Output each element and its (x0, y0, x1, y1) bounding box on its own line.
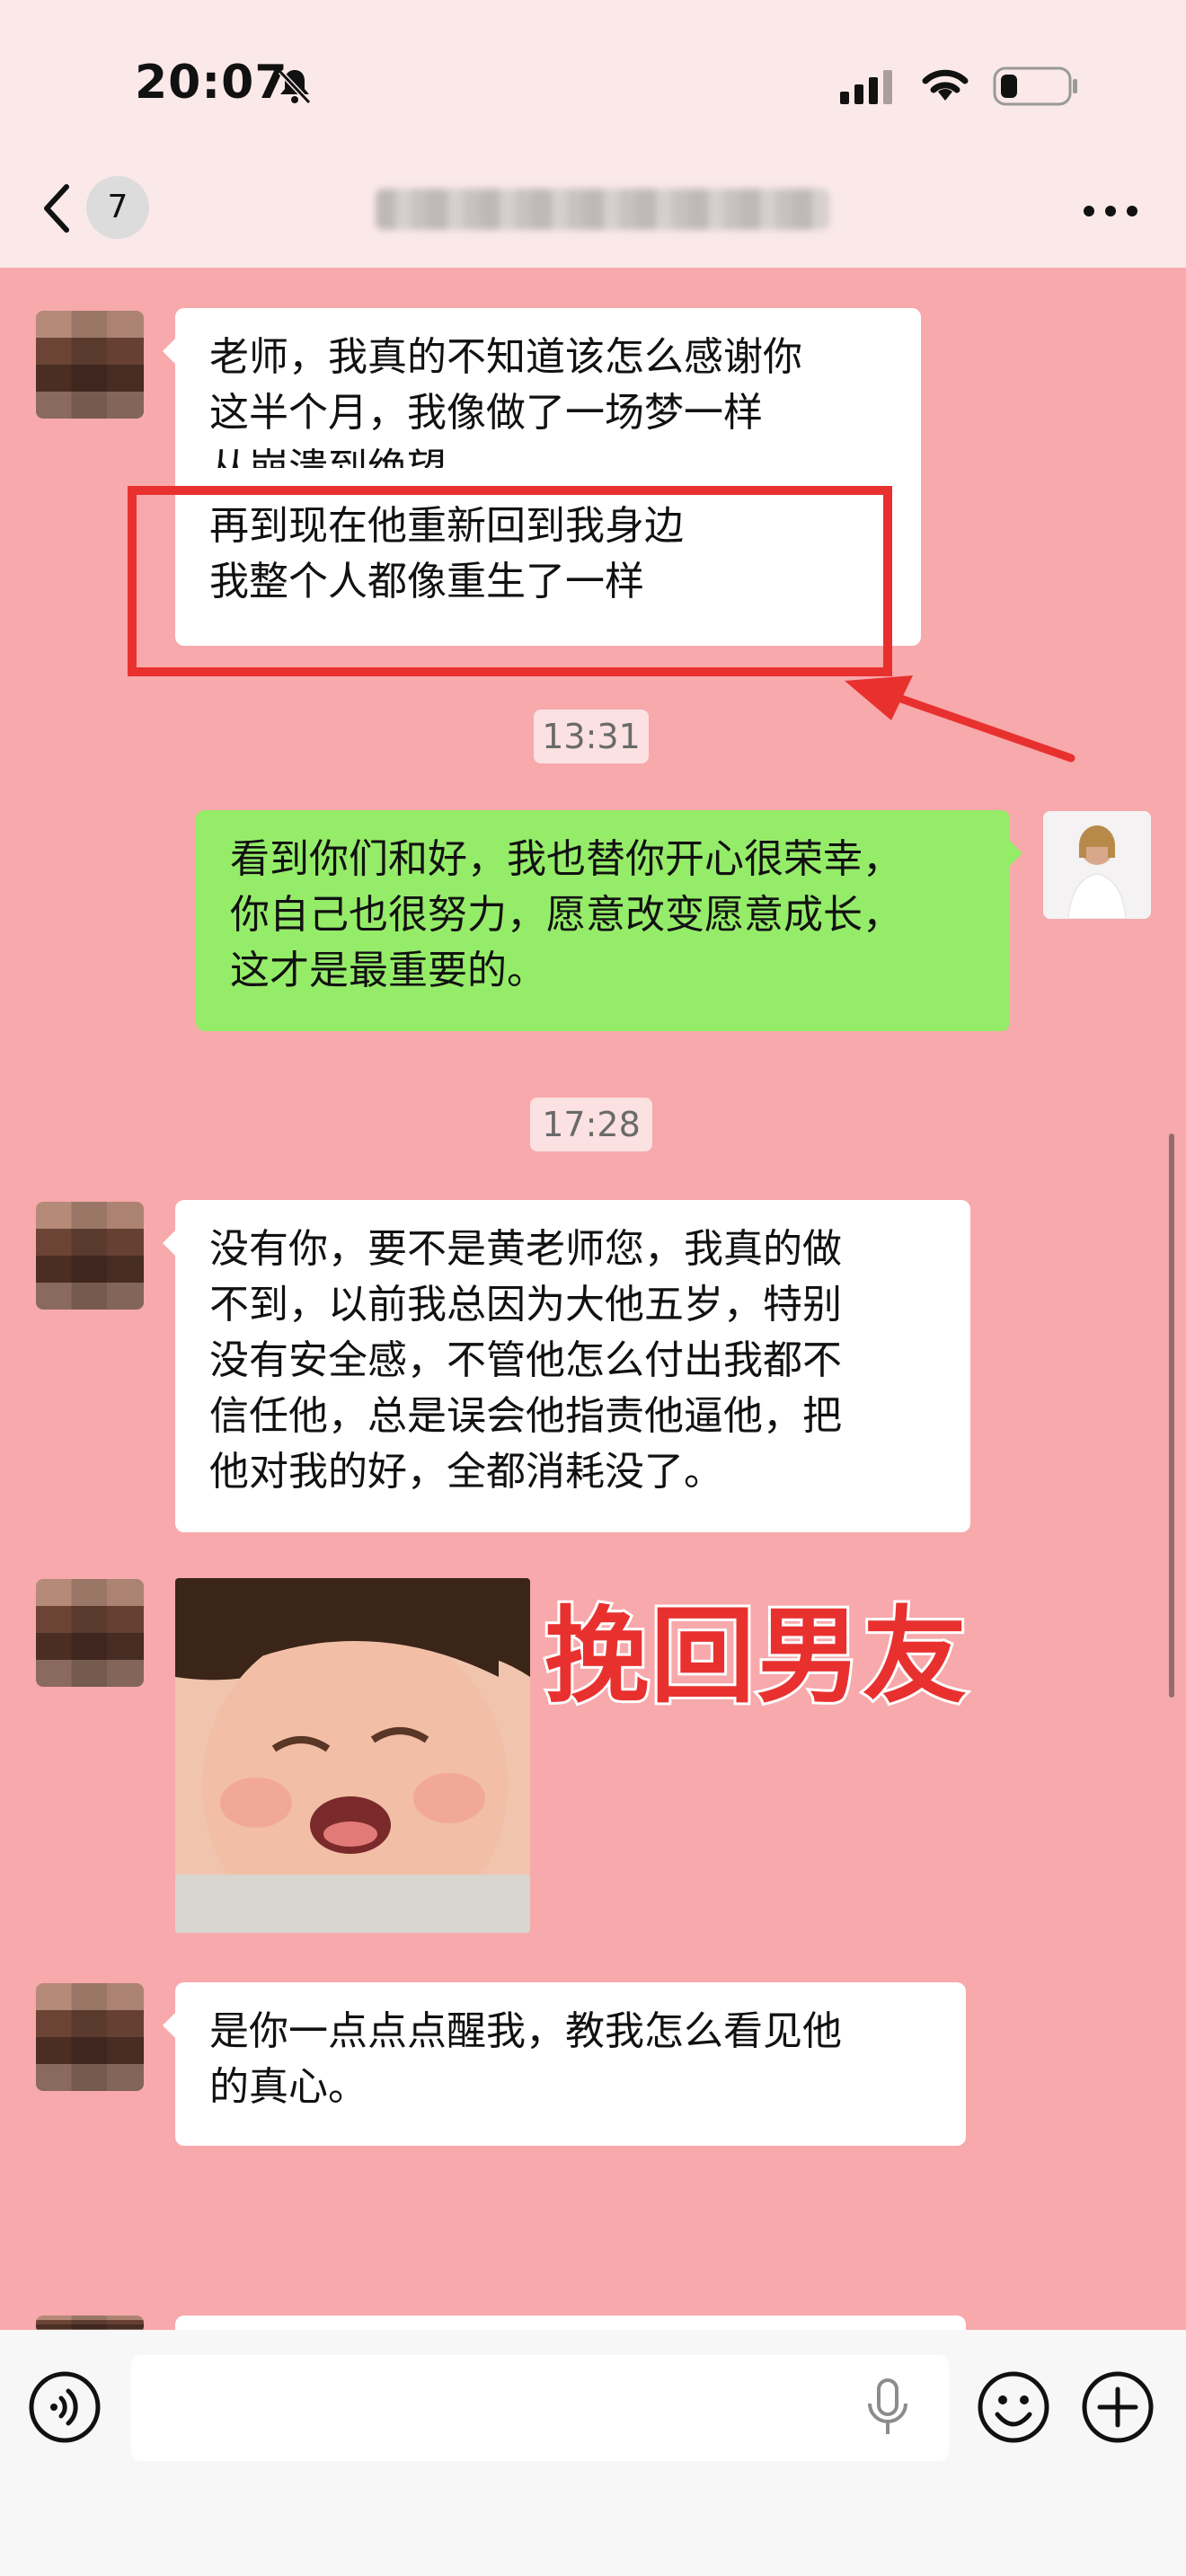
timestamp: 17:28 (530, 1098, 652, 1151)
battery-icon (993, 66, 1077, 106)
voice-icon[interactable] (27, 2369, 102, 2445)
message-line: 信任他，总是误会他指责他逼他，把 (209, 1393, 842, 1439)
unread-count-badge[interactable]: 7 (86, 176, 149, 239)
message-line: 不到，以前我总因为大他五岁，特别 (209, 1282, 842, 1328)
overlay-headline: 挽回男友 (542, 1593, 969, 1720)
message-line: 的真心。 (209, 2064, 367, 2110)
contact-avatar[interactable] (36, 1983, 144, 2091)
message-line: 你自己也很努力，愿意改变愿意成长， (230, 892, 902, 938)
message-line: 老师，我真的不知道该怎么感谢你 (209, 334, 802, 380)
message-input[interactable] (131, 2355, 949, 2461)
back-chevron-icon[interactable] (40, 181, 75, 235)
message-bubble[interactable]: 是你一点点点醒我，教我怎么看见他 的真心。 (163, 1982, 966, 2146)
message-line: 从崩溃到绝望 (209, 441, 887, 468)
contact-avatar[interactable] (36, 311, 144, 419)
message-line: 是你一点点点醒我，教我怎么看见他 (209, 2008, 842, 2054)
more-icon[interactable] (1083, 205, 1138, 217)
highlight-arrow (845, 675, 1075, 763)
scrollbar[interactable] (1169, 1134, 1174, 1698)
mic-icon[interactable] (864, 2378, 911, 2438)
message-line: 看到你们和好，我也替你开心很荣幸， (230, 836, 902, 882)
message-line: 没有安全感，不管他怎么付出我都不 (209, 1337, 842, 1383)
my-message-bubble[interactable]: 看到你们和好，我也替你开心很荣幸， 你自己也很努力，愿意改变愿意成长， 这才是最… (196, 810, 1022, 1031)
plus-icon[interactable] (1080, 2369, 1155, 2445)
crying-child-sticker[interactable] (175, 1578, 530, 1933)
wifi-icon (922, 69, 969, 101)
message-line: 没有你，要不是黄老师您，我真的做 (209, 1226, 842, 1272)
chat-title-blurred (376, 189, 829, 230)
emoji-icon[interactable] (976, 2369, 1051, 2445)
message-line: 这才是最重要的。 (230, 948, 546, 993)
my-avatar[interactable] (1043, 811, 1151, 919)
status-time: 20:07 (135, 56, 288, 110)
contact-avatar[interactable] (36, 1202, 144, 1310)
bell-slash-icon (278, 69, 312, 105)
signal-icon (840, 70, 892, 104)
message-line: 他对我的好，全都消耗没了。 (209, 1449, 723, 1495)
highlight-box (128, 486, 892, 676)
message-bubble[interactable]: 没有你，要不是黄老师您，我真的做 不到，以前我总因为大他五岁，特别 没有安全感，… (163, 1200, 970, 1532)
timestamp: 13:31 (534, 710, 649, 763)
message-line: 这半个月，我像做了一场梦一样 (209, 390, 763, 436)
contact-avatar[interactable] (36, 1579, 144, 1687)
